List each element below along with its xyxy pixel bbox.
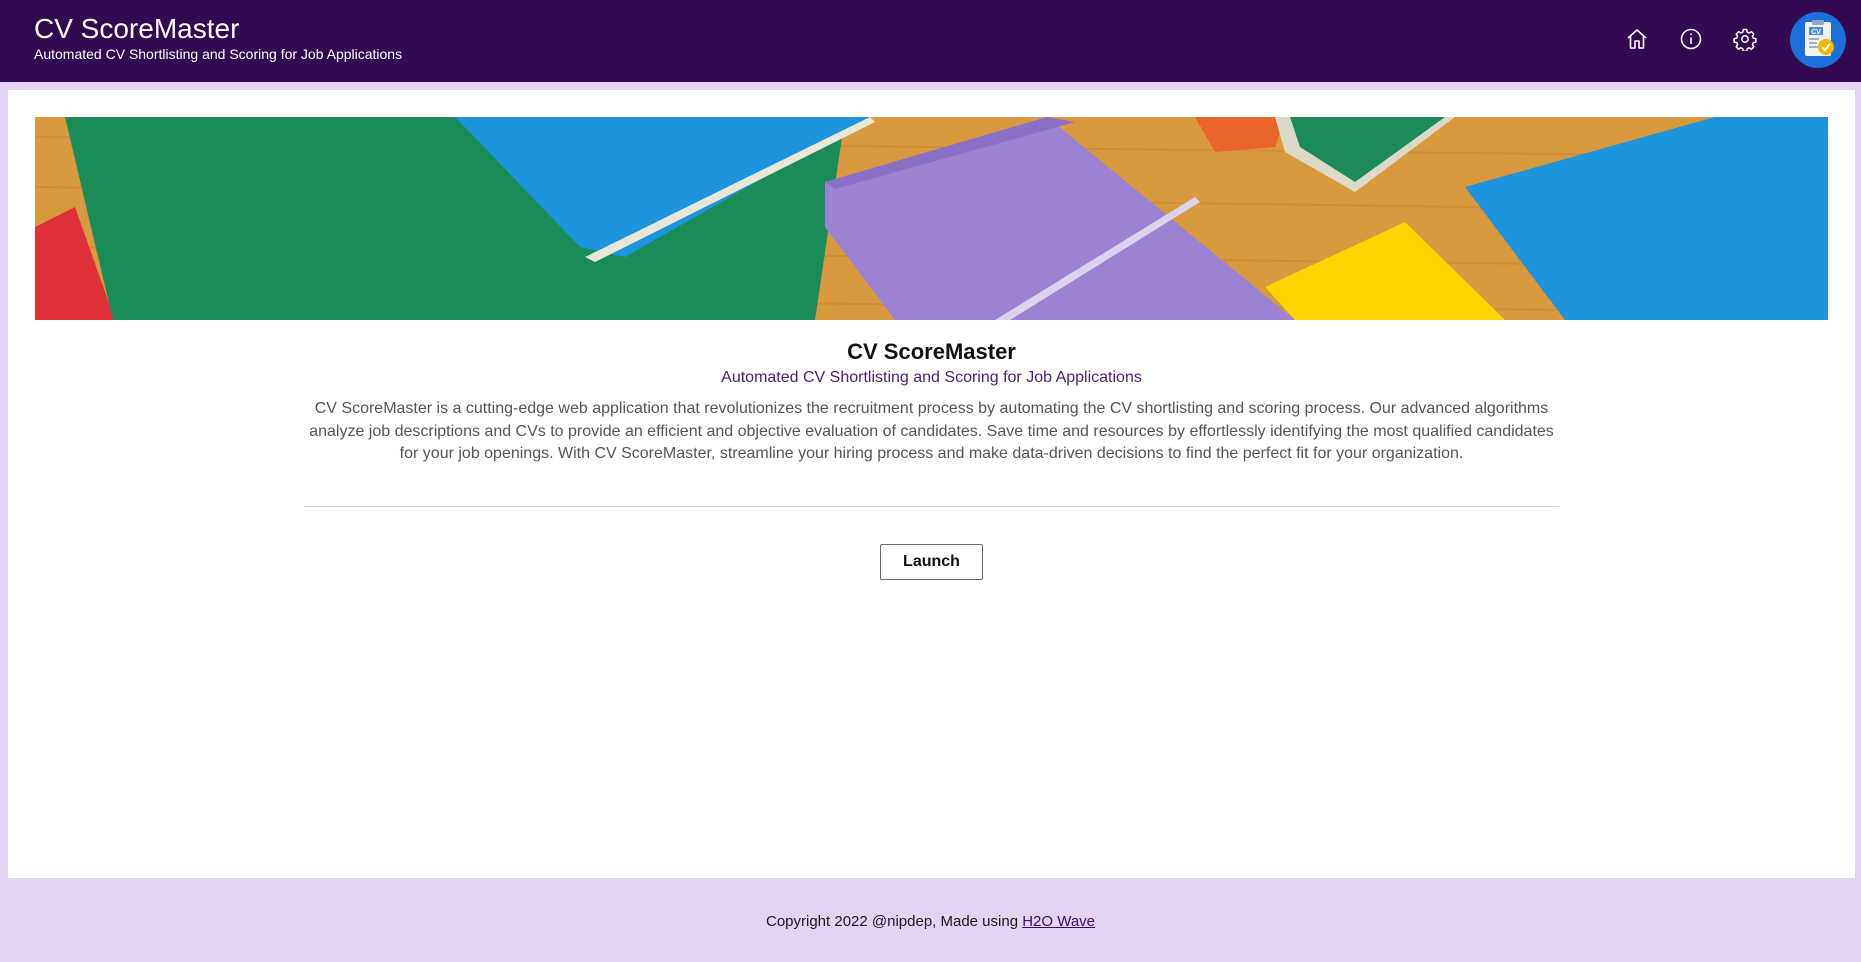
app-header: CV ScoreMaster Automated CV Shortlisting… — [0, 0, 1861, 82]
launch-button[interactable]: Launch — [880, 544, 983, 580]
home-icon[interactable] — [1622, 24, 1652, 54]
app-logo[interactable]: CV — [1790, 12, 1846, 68]
footer: Copyright 2022 @nipdep, Made using H2O W… — [0, 912, 1861, 932]
page-title: CV ScoreMaster — [847, 339, 1016, 364]
cv-logo-icon: CV — [1805, 20, 1834, 56]
app-title: CV ScoreMaster — [34, 13, 240, 44]
footer-copyright: Copyright 2022 @nipdep, Made using — [765, 913, 1023, 930]
divider — [304, 506, 1559, 507]
footer-link-h2o-wave[interactable]: H2O Wave — [1022, 913, 1095, 930]
app-description: CV ScoreMaster is a cutting-edge web app… — [309, 400, 1554, 462]
logo-text: CV — [1811, 29, 1821, 36]
page-subtitle: Automated CV Shortlisting and Scoring fo… — [721, 369, 1142, 386]
app-subtitle: Automated CV Shortlisting and Scoring fo… — [34, 46, 403, 62]
main-card: CV ScoreMaster Automated CV Shortlisting… — [8, 90, 1855, 878]
banner-image — [35, 117, 1828, 320]
settings-icon[interactable] — [1730, 24, 1760, 54]
info-icon[interactable] — [1676, 24, 1706, 54]
